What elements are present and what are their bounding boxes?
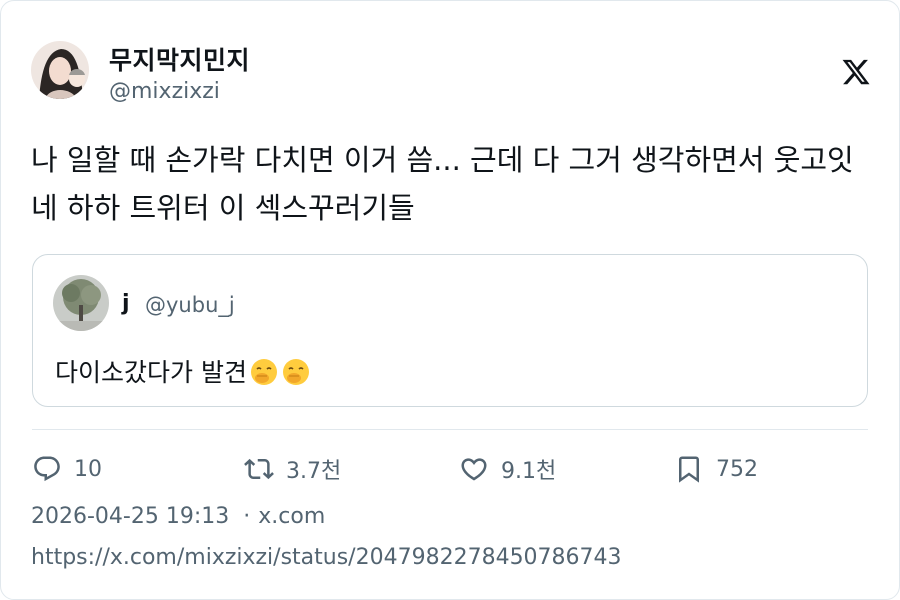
bookmark-icon: [679, 456, 699, 483]
tweet-text: 나 일할 때 손가락 다치면 이거 씀... 근데 다 그거 생각하면서 웃고잇…: [31, 143, 854, 225]
hand-over-mouth-emoji-icon: [249, 357, 279, 387]
like-button[interactable]: 9.1천: [459, 452, 556, 486]
timestamp[interactable]: 2026-04-25 19:13: [31, 504, 229, 529]
divider: [32, 429, 868, 430]
heart-icon: [461, 458, 487, 481]
x-logo-icon[interactable]: [841, 57, 871, 87]
author-display-name[interactable]: 무지막지민지: [109, 41, 250, 77]
author-handle[interactable]: @mixzixzi: [109, 79, 220, 104]
retweet-button[interactable]: 3.7천: [244, 452, 341, 486]
quote-author-display-name[interactable]: j: [122, 291, 130, 316]
author-avatar[interactable]: [31, 41, 89, 99]
retweet-icon: [244, 458, 274, 480]
quote-author-handle[interactable]: @yubu_j: [145, 293, 235, 317]
source-link[interactable]: x.com: [258, 504, 325, 529]
reply-button[interactable]: 10: [32, 452, 102, 486]
hand-over-mouth-emoji-icon: [281, 357, 311, 387]
tweet-meta: 2026-04-25 19:13 · x.com: [31, 504, 325, 529]
meta-separator: ·: [243, 504, 251, 529]
quoted-tweet[interactable]: j @yubu_j 다이소갔다가 발견: [32, 254, 868, 407]
tweet-url[interactable]: https://x.com/mixzixzi/status/2047982278…: [31, 545, 622, 570]
like-count: 9.1천: [501, 459, 557, 484]
bookmark-button[interactable]: 752: [674, 452, 758, 486]
retweet-count: 3.7천: [286, 459, 342, 484]
reply-icon: [34, 456, 60, 482]
reply-count: 10: [74, 456, 102, 482]
quote-text-content: 다이소갔다가 발견: [55, 358, 247, 387]
bookmark-count: 752: [716, 456, 758, 482]
quote-text: 다이소갔다가 발견: [55, 353, 311, 389]
tweet-card: 무지막지민지 @mixzixzi 나 일할 때 손가락 다치면 이거 씀... …: [0, 0, 900, 600]
quote-author-avatar[interactable]: [53, 275, 109, 331]
